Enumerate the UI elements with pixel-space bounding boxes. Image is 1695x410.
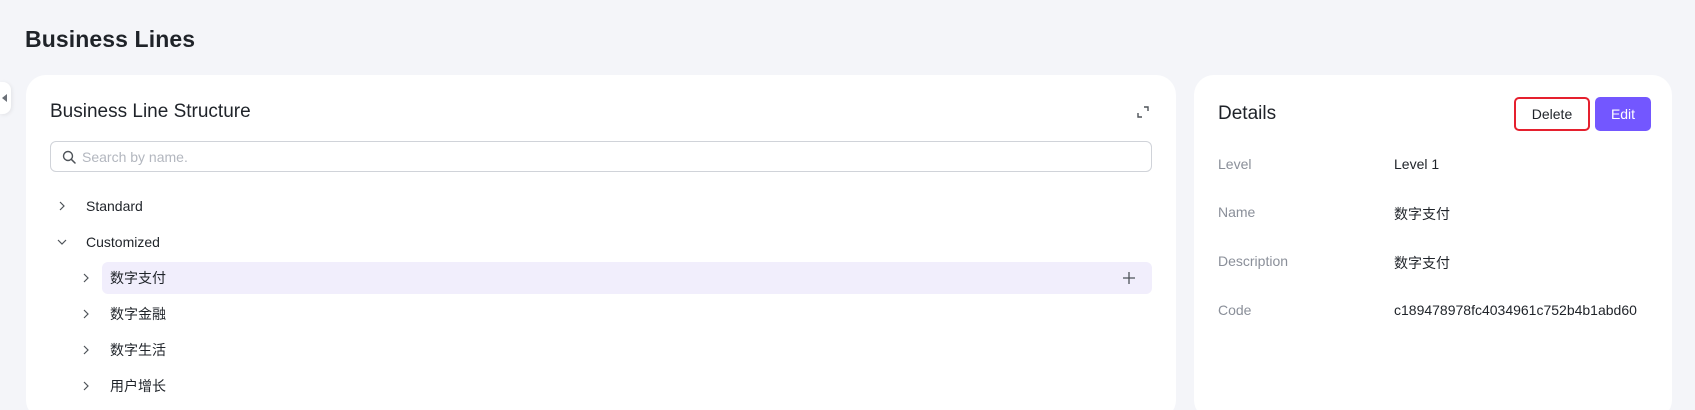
structure-panel: Business Line Structure Standard	[26, 75, 1176, 410]
fullscreen-icon[interactable]	[1136, 105, 1150, 119]
tree-node-label: Standard	[86, 198, 143, 214]
delete-button[interactable]: Delete	[1514, 97, 1590, 131]
tree-node-label: 用户增长	[110, 378, 166, 394]
tree-node-label: 数字支付	[110, 270, 166, 286]
detail-row-name: Name 数字支付	[1218, 204, 1648, 224]
tree-node-digital-finance[interactable]: 数字金融	[26, 296, 1176, 332]
tree-node-label: 数字生活	[110, 342, 166, 358]
chevron-right-icon[interactable]	[56, 200, 68, 212]
detail-value: 数字支付	[1394, 255, 1450, 271]
chevron-right-icon[interactable]	[80, 272, 92, 284]
tree-node-digital-payment[interactable]: 数字支付	[26, 260, 1176, 296]
detail-value: c189478978fc4034961c752b4b1abd60	[1394, 302, 1637, 318]
detail-row-description: Description 数字支付	[1218, 253, 1648, 273]
edit-button[interactable]: Edit	[1595, 97, 1651, 131]
chevron-right-icon[interactable]	[80, 344, 92, 356]
detail-row-level: Level Level 1	[1218, 156, 1648, 176]
page: Business Lines Business Line Structure S…	[0, 0, 1695, 410]
detail-key: Level	[1218, 156, 1252, 172]
tree-node-digital-life[interactable]: 数字生活	[26, 332, 1176, 368]
caret-left-icon	[2, 94, 7, 102]
search-icon	[62, 150, 76, 164]
selected-row-highlight	[102, 262, 1152, 294]
page-title: Business Lines	[25, 26, 196, 52]
tree-node-customized[interactable]: Customized	[26, 224, 1176, 260]
structure-title: Business Line Structure	[50, 101, 251, 122]
chevron-right-icon[interactable]	[80, 380, 92, 392]
details-panel: Details Delete Edit Level Level 1 Name 数…	[1194, 75, 1672, 410]
tree-node-user-growth[interactable]: 用户增长	[26, 368, 1176, 404]
detail-row-code: Code c189478978fc4034961c752b4b1abd60	[1218, 302, 1648, 322]
detail-key: Code	[1218, 302, 1252, 318]
sidebar-collapse-toggle[interactable]	[0, 82, 11, 114]
tree-node-label: 数字金融	[110, 306, 166, 322]
detail-value: 数字支付	[1394, 206, 1450, 222]
search-field[interactable]	[50, 141, 1152, 172]
tree-node-standard[interactable]: Standard	[26, 188, 1176, 224]
detail-key: Name	[1218, 204, 1256, 220]
details-title: Details	[1218, 103, 1277, 124]
chevron-right-icon[interactable]	[80, 308, 92, 320]
detail-value: Level 1	[1394, 156, 1440, 172]
add-child-icon[interactable]	[1122, 271, 1136, 285]
search-input[interactable]	[82, 143, 1142, 170]
business-line-tree: Standard Customized 数字支付 数字金融 数字生活 用户增长	[26, 188, 1176, 404]
chevron-down-icon[interactable]	[56, 236, 68, 248]
tree-node-label: Customized	[86, 234, 160, 250]
detail-key: Description	[1218, 253, 1289, 269]
